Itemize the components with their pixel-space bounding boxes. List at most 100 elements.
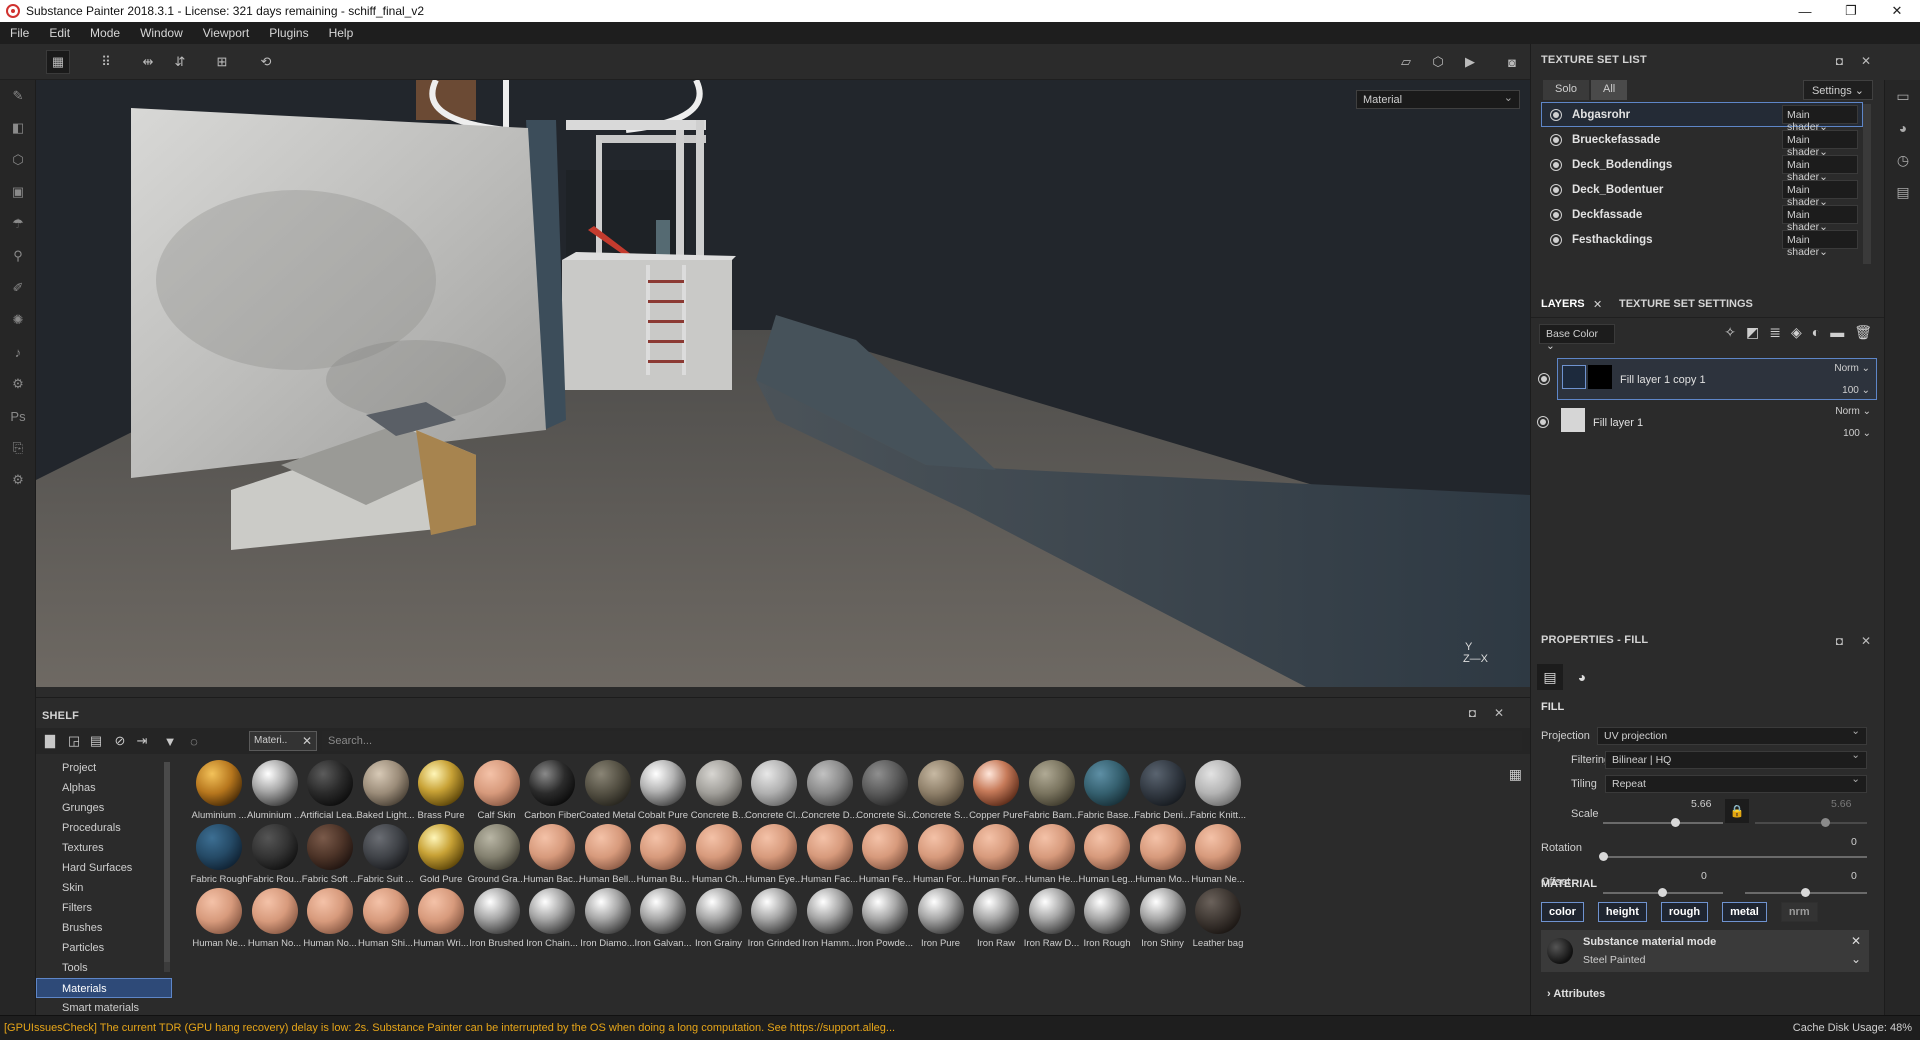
layer-visibility-eye-icon[interactable] xyxy=(1537,416,1549,428)
menu-file[interactable]: File xyxy=(0,26,39,40)
texture-set-settings-button[interactable]: Settings ⌄ xyxy=(1802,80,1873,100)
shelf-close-icon[interactable]: ✕ xyxy=(1494,706,1504,720)
category-procedurals[interactable]: Procedurals xyxy=(36,818,172,838)
minimize-button[interactable]: — xyxy=(1782,0,1828,22)
maximize-button[interactable]: ❐ xyxy=(1828,0,1874,22)
category-brushes[interactable]: Brushes xyxy=(36,918,172,938)
filtering-select[interactable]: Bilinear | HQ xyxy=(1605,749,1867,769)
texture-set-scrollbar[interactable] xyxy=(1863,104,1871,264)
bell-icon[interactable]: ♪ xyxy=(0,336,36,368)
channel-select[interactable]: Base Color ⌄ xyxy=(1539,324,1615,352)
add-fill-layer-icon[interactable]: ◈ xyxy=(1791,324,1802,341)
texture-set-row[interactable]: Deck_Bodendings Main shader⌄ xyxy=(1541,152,1863,183)
texture-set-row[interactable]: Deckfassade Main shader⌄ xyxy=(1541,202,1863,233)
category-filters[interactable]: Filters xyxy=(36,898,172,918)
category-grunges[interactable]: Grunges xyxy=(36,798,172,818)
visibility-eye-icon[interactable] xyxy=(1550,234,1562,246)
filter-icon[interactable]: ▼ xyxy=(160,731,180,751)
menu-help[interactable]: Help xyxy=(319,26,364,40)
paint-brush-icon[interactable]: ✎ xyxy=(0,80,36,112)
mirror-x-icon[interactable]: ⇹ xyxy=(136,50,160,74)
shader-select[interactable]: Main shader⌄ xyxy=(1782,105,1858,133)
grid-mode-icon[interactable]: ⠿ xyxy=(94,50,118,74)
add-frame-icon[interactable]: ⊞ xyxy=(210,50,234,74)
mirror-y-icon[interactable]: ⇵ xyxy=(168,50,192,74)
filter-chip-close-icon[interactable]: ✕ xyxy=(302,734,312,748)
display-monitor-icon[interactable]: ▭ xyxy=(1885,80,1920,112)
visibility-eye-icon[interactable] xyxy=(1550,109,1562,121)
log-document-icon[interactable]: ▤ xyxy=(1885,176,1920,208)
tab-layers[interactable]: LAYERS xyxy=(1541,298,1585,310)
delete-layer-icon[interactable]: 🗑 xyxy=(1854,324,1872,341)
offset-u-slider-knob[interactable] xyxy=(1658,888,1667,897)
channel-nrm-button[interactable]: nrm xyxy=(1780,902,1818,922)
all-button[interactable]: All xyxy=(1591,80,1628,100)
viewport-3d-icon[interactable]: ⬡ xyxy=(1426,50,1450,74)
texture-set-row[interactable]: Deck_Bodentuer Main shader⌄ xyxy=(1541,177,1863,208)
scale-value[interactable]: 5.66 xyxy=(1691,798,1711,810)
channel-color-button[interactable]: color xyxy=(1541,902,1584,922)
refresh-icon[interactable]: ◌ xyxy=(184,731,204,751)
uv-mode-icon[interactable]: ▦ xyxy=(46,50,70,74)
category-smart-materials[interactable]: Smart materials xyxy=(36,998,172,1016)
filter-chip[interactable]: Materi.. ✕ xyxy=(249,731,317,751)
category-project[interactable]: Project xyxy=(36,758,172,778)
offset-v-slider-knob[interactable] xyxy=(1801,888,1810,897)
eraser-icon[interactable]: ◧ xyxy=(0,112,36,144)
photoshop-export-icon[interactable]: Ps xyxy=(0,400,36,432)
visibility-eye-icon[interactable] xyxy=(1550,134,1562,146)
export-icon[interactable]: ⎘ xyxy=(0,432,36,464)
settings-gear-icon[interactable]: ⚙ xyxy=(0,464,36,496)
menu-plugins[interactable]: Plugins xyxy=(259,26,318,40)
texture-set-row[interactable]: Brueckefassade Main shader⌄ xyxy=(1541,127,1863,158)
category-textures[interactable]: Textures xyxy=(36,838,172,858)
scale-slider-track[interactable] xyxy=(1603,822,1723,824)
visibility-eye-icon[interactable] xyxy=(1550,209,1562,221)
shader-select[interactable]: Main shader⌄ xyxy=(1782,155,1858,183)
clone-icon[interactable]: ⚲ xyxy=(0,240,36,272)
offset-u-value[interactable]: 0 xyxy=(1701,870,1707,882)
shader-select[interactable]: Main shader⌄ xyxy=(1782,180,1858,208)
add-layer-icon[interactable]: ≣ xyxy=(1769,324,1781,341)
history-icon[interactable]: ⟲ xyxy=(254,50,278,74)
menu-edit[interactable]: Edit xyxy=(39,26,80,40)
category-tools[interactable]: Tools xyxy=(36,958,172,978)
material-mode-close-icon[interactable]: ✕ xyxy=(1851,934,1861,948)
properties-float-icon[interactable]: ◘ xyxy=(1836,634,1843,648)
material-mode-chevron-down-icon[interactable]: ⌄ xyxy=(1851,952,1861,966)
visibility-eye-icon[interactable] xyxy=(1550,159,1562,171)
camera-video-icon[interactable]: ▶ xyxy=(1458,50,1482,74)
add-folder-icon[interactable]: ▬ xyxy=(1830,324,1844,341)
layer-blend-mode[interactable]: Norm ⌄ xyxy=(1834,363,1870,374)
3d-viewport[interactable]: Material Y Z—X xyxy=(36,80,1530,687)
shelf-float-icon[interactable]: ◘ xyxy=(1469,706,1476,720)
tab-layers-close-icon[interactable]: ✕ xyxy=(1593,298,1602,311)
smudge-icon[interactable]: ☂ xyxy=(0,208,36,240)
texture-set-row[interactable]: Festhackdings Main shader⌄ xyxy=(1541,227,1863,258)
add-effect-icon[interactable]: ◐ xyxy=(1812,324,1820,341)
category-skin[interactable]: Skin xyxy=(36,878,172,898)
layer-row[interactable]: Fill layer 1 Norm ⌄ 100 ⌄ xyxy=(1537,402,1877,444)
menu-viewport[interactable]: Viewport xyxy=(193,26,259,40)
layer-blend-mode[interactable]: Norm ⌄ xyxy=(1835,406,1871,417)
shelf-search-input[interactable]: Search... xyxy=(322,731,1522,751)
new-tab-icon[interactable]: ◲ xyxy=(64,731,84,751)
hide-icon[interactable]: ⊘ xyxy=(110,731,130,751)
category-materials[interactable]: Materials xyxy=(36,978,172,998)
channel-rough-button[interactable]: rough xyxy=(1660,902,1709,922)
shader-select[interactable]: Main shader⌄ xyxy=(1782,130,1858,158)
grid-view-icon[interactable]: ▦ xyxy=(1509,766,1522,783)
layer-row[interactable]: Fill layer 1 copy 1 Norm ⌄ 100 ⌄ xyxy=(1538,358,1877,400)
shader-select[interactable]: Main shader⌄ xyxy=(1782,205,1858,233)
color-picker-icon[interactable]: ✐ xyxy=(0,272,36,304)
display-settings-icon[interactable]: ✺ xyxy=(0,304,36,336)
solo-button[interactable]: Solo xyxy=(1543,80,1590,100)
category-alphas[interactable]: Alphas xyxy=(36,778,172,798)
visibility-eye-icon[interactable] xyxy=(1550,184,1562,196)
close-window-button[interactable]: ✕ xyxy=(1874,0,1920,22)
substance-material-mode-box[interactable]: Substance material mode Steel Painted ✕ … xyxy=(1541,930,1869,972)
layer-opacity[interactable]: 100 ⌄ xyxy=(1842,385,1870,396)
tiling-select[interactable]: Repeat xyxy=(1605,773,1867,793)
screenshot-camera-icon[interactable]: ◙ xyxy=(1500,50,1524,74)
attributes-section[interactable]: › Attributes xyxy=(1547,988,1605,1000)
